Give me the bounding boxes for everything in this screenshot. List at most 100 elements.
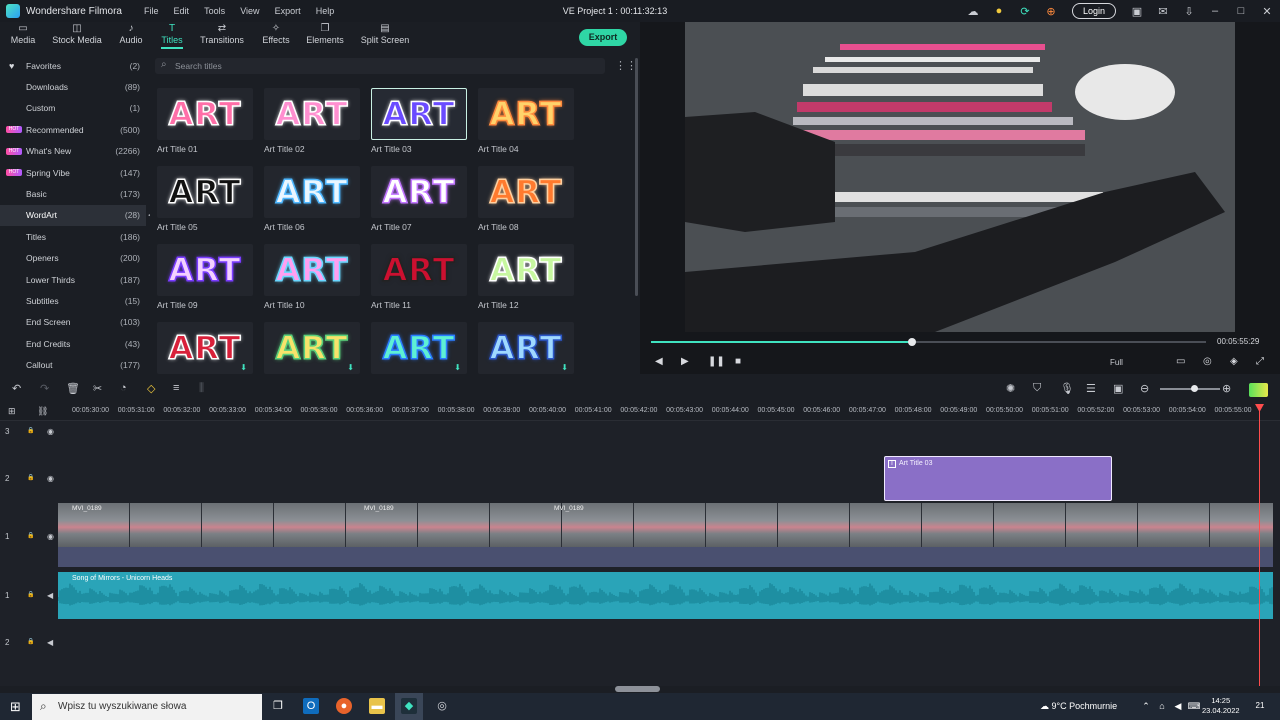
- pause-icon[interactable]: ❚❚: [708, 356, 725, 367]
- sidebar-item-recommended[interactable]: HOT Recommended (500): [0, 119, 146, 140]
- sidebar-item-downloads[interactable]: Downloads (89): [0, 76, 146, 97]
- minimize-icon[interactable]: –: [1202, 5, 1228, 17]
- keyframe-icon[interactable]: ◇: [147, 382, 155, 395]
- download-icon[interactable]: ⬇: [347, 363, 354, 372]
- keyboard-icon[interactable]: ⌨: [1186, 698, 1202, 714]
- title-tile[interactable]: ART ⬇: [157, 322, 253, 374]
- tab-elements[interactable]: ❐ Elements: [306, 23, 344, 45]
- lock-icon[interactable]: 🔒: [27, 591, 34, 598]
- lock-icon[interactable]: 🔒: [27, 474, 34, 481]
- playback-progress-bar[interactable]: [651, 338, 1206, 346]
- sidebar-item-end-screen[interactable]: End Screen (103): [0, 312, 146, 333]
- sidebar-item-custom[interactable]: Custom (1): [0, 98, 146, 119]
- sidebar-item-subtitles[interactable]: Subtitles (15): [0, 290, 146, 311]
- play-icon[interactable]: ▶: [681, 356, 689, 367]
- download-icon[interactable]: ⇩: [1176, 5, 1202, 18]
- lock-icon[interactable]: 🔒: [27, 532, 34, 539]
- download-icon[interactable]: ⬇: [561, 363, 568, 372]
- volume-icon[interactable]: ◈: [1230, 356, 1238, 367]
- sidebar-item-callout[interactable]: Callout (177): [0, 355, 146, 376]
- tab-effects[interactable]: ✧ Effects: [260, 23, 292, 45]
- undo-icon[interactable]: ↶: [12, 382, 21, 395]
- sidebar-item-what-s-new[interactable]: HOT What's New (2266): [0, 141, 146, 162]
- sidebar-item-lower-thirds[interactable]: Lower Thirds (187): [0, 269, 146, 290]
- export-button[interactable]: Export: [579, 29, 627, 46]
- taskbar-clock[interactable]: 14:25 23.04.2022: [1202, 696, 1240, 716]
- title-tile[interactable]: ART: [264, 88, 360, 140]
- file-explorer-icon[interactable]: ▬: [369, 698, 385, 714]
- menu-help[interactable]: Help: [316, 6, 335, 16]
- mute-icon[interactable]: ◀: [47, 638, 53, 647]
- download-icon[interactable]: ⬇: [240, 363, 247, 372]
- title-tile[interactable]: ART: [264, 244, 360, 296]
- color-match-icon[interactable]: [1249, 383, 1268, 397]
- marker-icon[interactable]: ⛉: [1033, 382, 1041, 395]
- zoom-slider[interactable]: [1160, 385, 1220, 392]
- zoom-out-icon[interactable]: ⊖: [1140, 382, 1149, 395]
- title-tile[interactable]: ART ⬇: [478, 322, 574, 374]
- download-icon[interactable]: ⬇: [454, 363, 461, 372]
- stop-icon[interactable]: ■: [735, 356, 741, 367]
- mixer-icon[interactable]: ☰: [1086, 382, 1096, 395]
- redo-icon[interactable]: ↷: [40, 382, 49, 395]
- tab-stock-media[interactable]: ◫ Stock Media: [52, 23, 102, 45]
- title-tile[interactable]: ART ⬇: [371, 322, 467, 374]
- lock-icon[interactable]: 🔒: [27, 638, 34, 645]
- sidebar-item-basic[interactable]: Basic (173): [0, 183, 146, 204]
- tab-media[interactable]: ▭ Media: [10, 23, 36, 45]
- close-icon[interactable]: ✕: [1254, 5, 1280, 18]
- mute-icon[interactable]: ◀: [47, 591, 53, 600]
- video-clip-audio-strip[interactable]: [58, 547, 1273, 567]
- speaker-icon[interactable]: ◀: [1170, 698, 1186, 714]
- title-tile[interactable]: ART: [264, 166, 360, 218]
- menu-export[interactable]: Export: [275, 6, 301, 16]
- title-tile[interactable]: ART: [371, 244, 467, 296]
- cloud-icon[interactable]: ☁: [960, 5, 986, 18]
- titles-scrollbar[interactable]: [635, 58, 638, 296]
- mail-icon[interactable]: ✉: [1150, 5, 1176, 18]
- render-icon[interactable]: ✺: [1006, 382, 1015, 395]
- sidebar-item-wordart[interactable]: WordArt (28): [0, 204, 146, 226]
- notification-icon[interactable]: 21: [1252, 698, 1268, 714]
- title-tile[interactable]: ART: [478, 244, 574, 296]
- mic-icon[interactable]: 🎙: [1060, 382, 1074, 395]
- display-icon[interactable]: ▭: [1176, 356, 1185, 367]
- title-tile[interactable]: ART: [478, 88, 574, 140]
- zoom-handle[interactable]: [1191, 385, 1198, 392]
- lock-icon[interactable]: 🔒: [27, 427, 34, 434]
- menu-view[interactable]: View: [240, 6, 259, 16]
- windows-start-icon[interactable]: ⊞: [10, 699, 21, 715]
- speed-icon[interactable]: ◔: [120, 382, 127, 394]
- tray-arrow-icon[interactable]: ⌃: [1138, 698, 1154, 714]
- outlook-icon[interactable]: O: [303, 698, 319, 714]
- taskbar-search[interactable]: ⌕ Wpisz tu wyszukiwane słowa: [32, 694, 262, 720]
- eye-icon[interactable]: ◉: [47, 532, 54, 541]
- timeline-horizontal-scrollbar[interactable]: [615, 686, 660, 692]
- eye-icon[interactable]: ◉: [47, 427, 54, 436]
- title-tile[interactable]: ART ⬇: [264, 322, 360, 374]
- tab-audio[interactable]: ♪ Audio: [118, 23, 144, 45]
- sidebar-item-end-credits[interactable]: End Credits (43): [0, 333, 146, 354]
- save-icon[interactable]: ▣: [1124, 5, 1150, 18]
- quality-select[interactable]: Full: [1110, 358, 1123, 367]
- filmora-taskbar-icon[interactable]: ◆: [401, 698, 417, 714]
- menu-file[interactable]: File: [144, 6, 159, 16]
- title-tile[interactable]: ART: [478, 166, 574, 218]
- audio-clip[interactable]: Song of Mirrors - Unicorn Heads: [58, 572, 1273, 619]
- fullscreen-icon[interactable]: ⤢: [1256, 356, 1264, 367]
- title-tile[interactable]: ART: [371, 166, 467, 218]
- progress-handle[interactable]: [907, 338, 916, 346]
- link-icon[interactable]: ⛓: [37, 406, 48, 417]
- lightbulb-icon[interactable]: ●: [986, 5, 1012, 17]
- network-icon[interactable]: ⌂: [1154, 698, 1170, 714]
- sidebar-item-titles[interactable]: Titles (186): [0, 226, 146, 247]
- zoom-in-icon[interactable]: ⊕: [1222, 382, 1231, 395]
- add-track-icon[interactable]: ⊞: [8, 406, 16, 417]
- caption-icon[interactable]: ▣: [1113, 382, 1123, 395]
- tab-titles[interactable]: T Titles: [158, 23, 186, 49]
- video-clip-track[interactable]: [58, 503, 1273, 547]
- delete-icon[interactable]: 🗑: [66, 382, 80, 395]
- playhead[interactable]: [1259, 404, 1260, 686]
- menu-edit[interactable]: Edit: [174, 6, 190, 16]
- chrome-like-icon[interactable]: ◎: [434, 698, 450, 714]
